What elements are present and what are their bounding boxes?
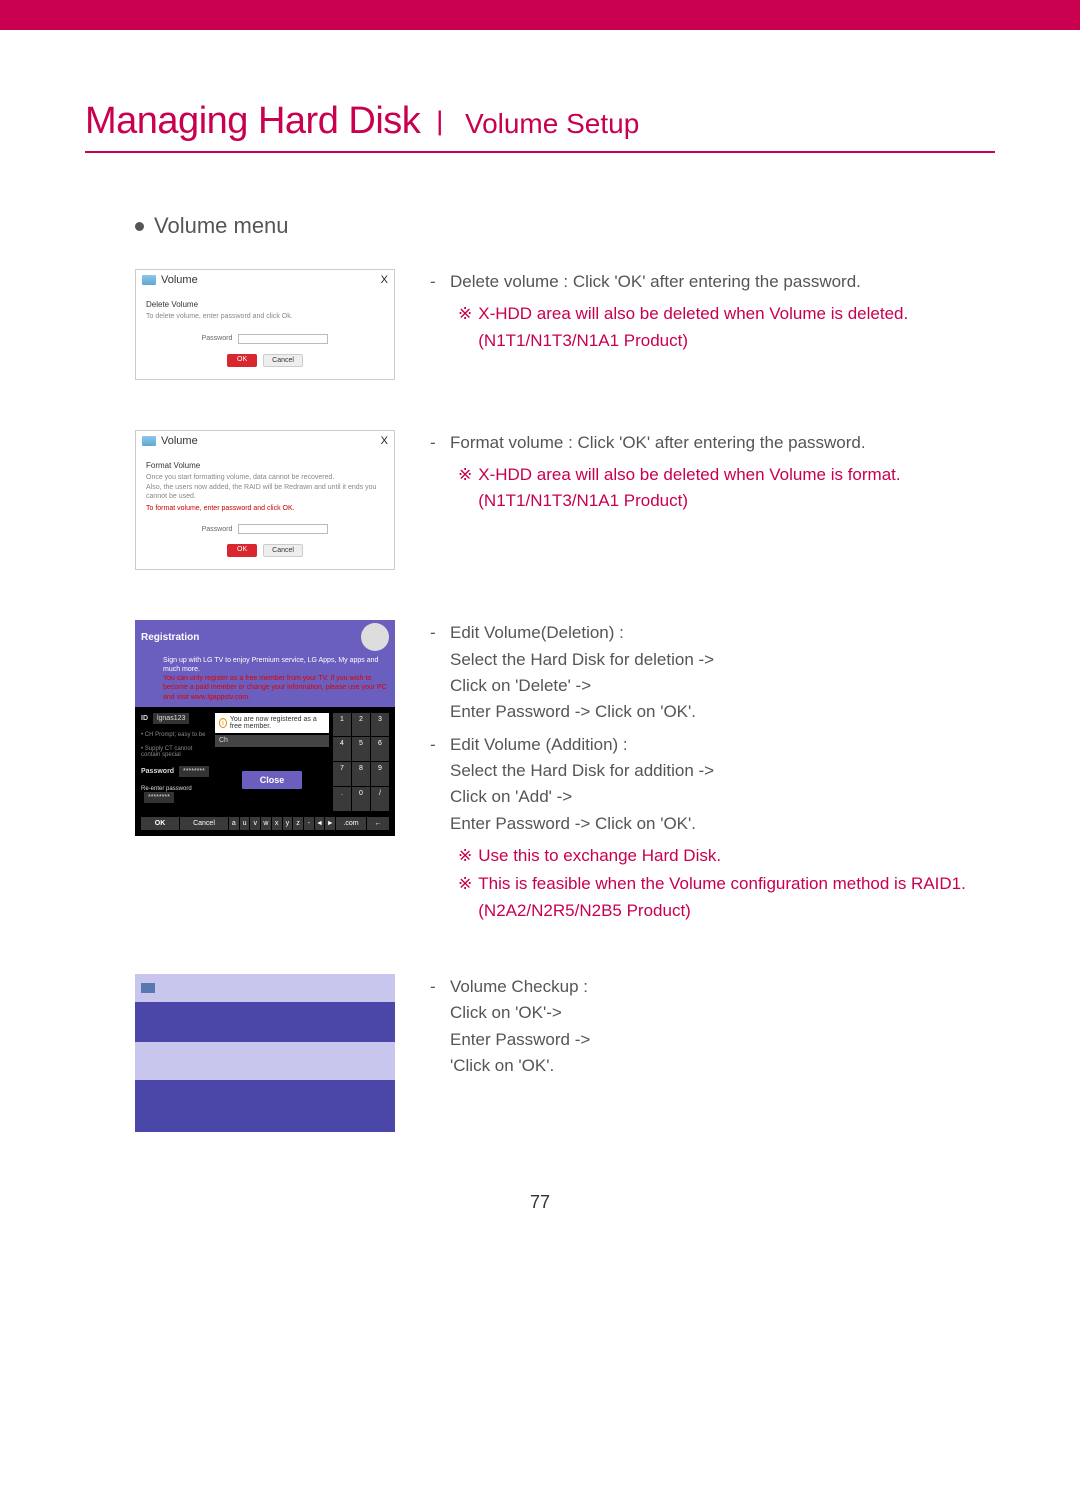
ok-button[interactable]: OK (227, 544, 257, 557)
password-label: Password (202, 526, 233, 533)
reference-mark-icon: ※ (458, 301, 472, 354)
password-value: ******** (179, 766, 209, 777)
password-label: Password (202, 335, 233, 342)
desc-note-text: Use this to exchange Hard Disk. (478, 843, 721, 869)
desc-delete-volume: -Delete volume : Click 'OK' after enteri… (430, 269, 995, 354)
section-label: Volume menu (154, 213, 289, 239)
desc-text: Select the Hard Disk for addition -> (450, 761, 714, 780)
desc-text: Edit Volume(Deletion) : (450, 623, 624, 642)
reference-mark-icon: ※ (458, 462, 472, 515)
cancel-button[interactable]: Cancel (180, 817, 228, 830)
dialog-section-desc: Also, the users now added, the RAID will… (146, 483, 384, 503)
dialog-section-desc: Once you start formatting volume, data c… (146, 473, 384, 483)
screenshot-format-volume: Volume X Format Volume Once you start fo… (135, 430, 395, 570)
bullet-icon (135, 222, 144, 231)
desc-text: Edit Volume (Addition) : (450, 735, 628, 754)
reference-mark-icon: ※ (458, 843, 472, 869)
desc-text: Click on 'Delete' -> (450, 676, 591, 695)
dialog-title: Volume (161, 435, 198, 447)
dialog-section-title: Delete Volume (146, 300, 384, 309)
desc-edit-volume: - Edit Volume(Deletion) : Select the Har… (430, 620, 995, 924)
desc-text: Click on 'OK'-> (450, 1003, 562, 1022)
desc-text: Click on 'Add' -> (450, 787, 572, 806)
dialog-title: Volume (161, 274, 198, 286)
reenter-password-value: ******** (144, 792, 174, 803)
keyboard-bottom-row[interactable]: OK Cancel a u v w x y z - ◄ ► .com ← (135, 817, 395, 836)
cancel-button[interactable]: Cancel (263, 544, 303, 557)
desc-text: Select the Hard Disk for deletion -> (450, 650, 714, 669)
close-button[interactable]: Close (242, 771, 302, 789)
desc-format-volume: -Format volume : Click 'OK' after enteri… (430, 430, 995, 515)
desc-text: Enter Password -> Click on 'OK'. (450, 702, 696, 721)
page-title-row: Managing Hard Disk ㅣ Volume Setup (85, 100, 995, 153)
row-delete-volume: Volume X Delete Volume To delete volume,… (135, 269, 995, 380)
title-separator: ㅣ (427, 108, 453, 139)
dialog-section-warning: To format volume, enter password and cli… (146, 505, 384, 512)
desc-text: Enter Password -> (450, 1030, 590, 1049)
ok-button[interactable]: OK (141, 817, 179, 830)
desc-text: 'Click on 'OK'. (450, 1056, 554, 1075)
section-heading: Volume menu (135, 213, 995, 239)
top-brand-bar (0, 0, 1080, 30)
backspace-icon[interactable]: ← (367, 817, 389, 830)
cancel-button[interactable]: Cancel (263, 354, 303, 367)
close-icon[interactable]: X (381, 274, 388, 286)
desc-note-text: This is feasible when the Volume configu… (478, 871, 995, 924)
screenshot-volume-checkup (135, 974, 395, 1132)
password-input[interactable] (238, 334, 328, 344)
volume-bar (135, 974, 395, 1002)
id-label: ID (141, 715, 148, 722)
registration-message: iYou are now registered as a free member… (215, 713, 329, 733)
volume-icon (142, 436, 156, 446)
page-content: Managing Hard Disk ㅣ Volume Setup Volume… (0, 30, 1080, 1253)
registration-title: Registration (141, 632, 199, 643)
password-input[interactable] (238, 524, 328, 534)
desc-text: Volume Checkup : (450, 977, 588, 996)
desc-text: Enter Password -> Click on 'OK'. (450, 814, 696, 833)
close-icon[interactable]: X (381, 435, 388, 447)
row-edit-volume: Registration Sign up with LG TV to enjoy… (135, 620, 995, 924)
row-volume-checkup: - Volume Checkup : Click on 'OK'-> Enter… (135, 974, 995, 1132)
volume-bar (135, 1042, 395, 1080)
info-icon: i (219, 718, 227, 728)
volume-bar (135, 1002, 395, 1042)
row-format-volume: Volume X Format Volume Once you start fo… (135, 430, 995, 570)
registration-info: Sign up with LG TV to enjoy Premium serv… (135, 654, 395, 706)
dialog-section-desc: To delete volume, enter password and cli… (146, 312, 384, 322)
desc-text: Format volume : Click 'OK' after enterin… (450, 430, 866, 456)
page-title-main: Managing Hard Disk (85, 100, 420, 142)
dialog-section-title: Format Volume (146, 461, 384, 470)
volume-icon (142, 275, 156, 285)
desc-volume-checkup: - Volume Checkup : Click on 'OK'-> Enter… (430, 974, 995, 1085)
numeric-keypad[interactable]: 123 456 789 .0/ (333, 713, 389, 811)
page-number: 77 (85, 1192, 995, 1213)
reference-mark-icon: ※ (458, 871, 472, 924)
desc-text: Delete volume : Click 'OK' after enterin… (450, 269, 861, 295)
password-label: Password (141, 768, 174, 775)
avatar-icon (361, 623, 389, 651)
desc-note-text: X-HDD area will also be deleted when Vol… (478, 301, 995, 354)
id-value: lgnas123 (153, 713, 189, 724)
screenshot-delete-volume: Volume X Delete Volume To delete volume,… (135, 269, 395, 380)
screenshot-registration: Registration Sign up with LG TV to enjoy… (135, 620, 395, 835)
desc-note-text: X-HDD area will also be deleted when Vol… (478, 462, 995, 515)
page-title-sub: Volume Setup (465, 108, 639, 139)
volume-icon (141, 983, 155, 993)
volume-bar (135, 1080, 395, 1132)
ok-button[interactable]: OK (227, 354, 257, 367)
ch-button[interactable]: Ch (215, 735, 329, 747)
